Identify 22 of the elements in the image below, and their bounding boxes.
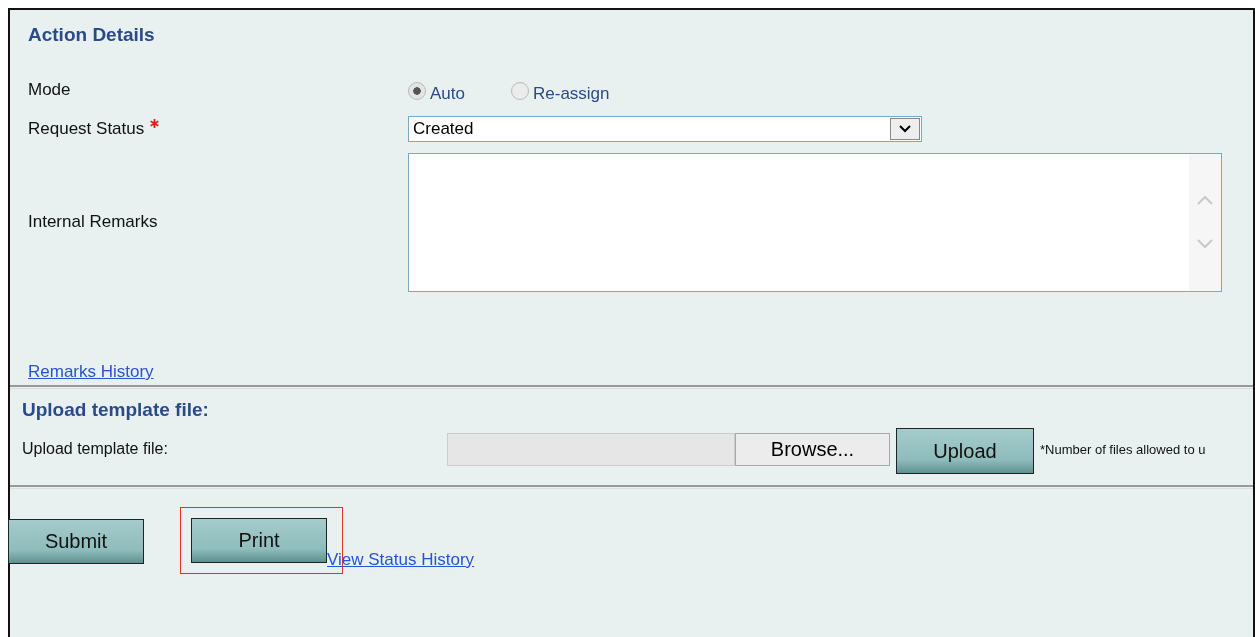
field-label: Request Status <box>28 119 145 139</box>
section-title: Action Details <box>28 24 156 47</box>
browse-button[interactable]: Browse... <box>735 432 890 466</box>
upload-button[interactable]: Upload <box>896 428 1034 474</box>
section-title: Upload template file: <box>22 399 210 421</box>
scroll-up-icon[interactable] <box>1197 195 1213 205</box>
remarks-history-link[interactable]: Remarks History <box>28 362 154 382</box>
field-label: Internal Remarks <box>28 212 159 232</box>
status-dropdown[interactable]: Created <box>408 116 922 142</box>
radio-button[interactable] <box>408 82 426 100</box>
scroll-down-icon[interactable] <box>1197 239 1213 249</box>
chevron-down-icon <box>899 125 911 133</box>
action-button[interactable]: Print <box>191 518 327 563</box>
upload-note: *Number of files allowed to u <box>1040 441 1206 457</box>
remarks-textarea[interactable] <box>408 152 1222 292</box>
file-path-field[interactable] <box>447 432 735 466</box>
action-button[interactable]: Submit <box>8 519 144 564</box>
field-label: Upload template file: <box>22 440 169 458</box>
field-label: Mode <box>28 80 72 100</box>
radio-label: Auto <box>430 84 465 104</box>
radio-button[interactable] <box>511 82 529 100</box>
radio-label: Re-assign <box>533 84 610 104</box>
